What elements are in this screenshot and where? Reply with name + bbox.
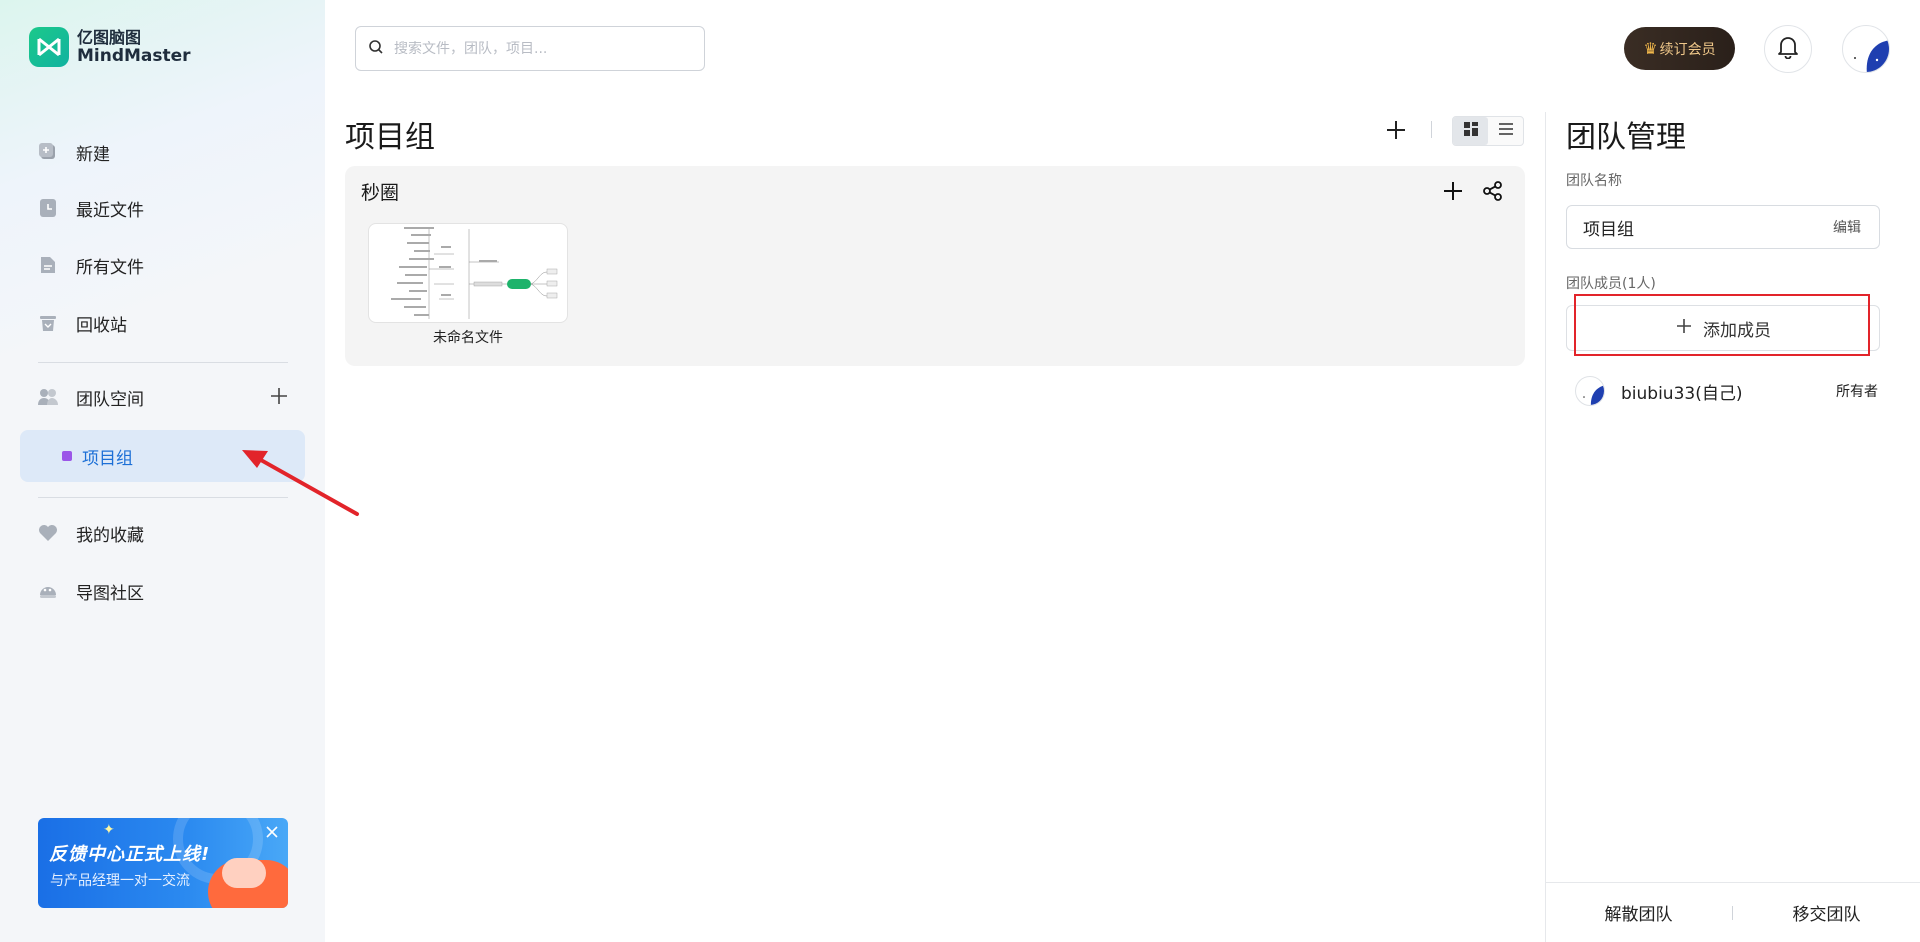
sidebar-item-label: 我的收藏 [76,525,144,546]
logo-text-cn: 亿图脑图 [77,28,142,47]
new-file-icon [37,141,59,163]
view-toggle [1452,116,1524,146]
grid-view-button[interactable] [1453,117,1488,145]
file-thumbnail[interactable] [368,223,568,323]
folder-panel: 秒圈 未命名文件 [345,166,1525,366]
add-folder-icon[interactable] [1384,118,1408,142]
add-file-icon[interactable] [1441,179,1465,203]
team-name-label: 团队名称 [1566,173,1622,189]
logo-text-en: MindMaster [77,46,191,66]
sidebar-divider [38,497,288,498]
close-icon[interactable] [264,824,280,840]
renew-vip-button[interactable]: ♛ 续订会员 [1624,27,1735,70]
trash-icon [37,312,59,334]
folder-title: 秒圈 [361,182,400,204]
sidebar-item-label: 回收站 [76,315,127,336]
dissolve-team-button[interactable]: 解散团队 [1545,900,1732,925]
community-icon [37,580,59,602]
share-icon[interactable] [1481,179,1505,203]
toolbar-divider [1431,121,1432,138]
list-view-button[interactable] [1488,117,1523,145]
team-name-field: 项目组 编辑 [1566,205,1880,249]
sidebar-item-label: 所有文件 [76,257,144,278]
user-avatar[interactable] [1842,25,1890,73]
sidebar-item-label: 新建 [76,144,110,165]
team-panel-title: 团队管理 [1566,120,1686,155]
member-name: biubiu33(自己) [1621,383,1743,404]
search-box[interactable] [355,26,705,71]
member-row: biubiu33(自己) 所有者 [1575,376,1880,406]
mindmap-preview [391,227,558,319]
sidebar-item-label: 团队空间 [76,389,144,410]
banner-subtitle: 与产品经理一对一交流 [50,873,190,889]
edit-team-name-button[interactable]: 编辑 [1833,217,1861,237]
page-title: 项目组 [345,120,435,155]
sidebar-sub-item-label: 项目组 [82,448,133,469]
mindmaster-logo-icon [29,27,69,67]
heart-icon [37,522,59,544]
team-members-label: 团队成员(1人) [1566,276,1656,292]
sidebar-item-favorites[interactable]: 我的收藏 [20,508,305,558]
all-files-icon [37,254,59,276]
sidebar-item-recent[interactable]: 最近文件 [20,183,305,233]
grid-view-icon [1463,121,1479,141]
member-avatar [1575,376,1605,406]
notification-button[interactable] [1764,25,1812,73]
list-view-icon [1497,121,1515,141]
add-member-button[interactable]: 添加成员 [1566,305,1880,351]
feedback-banner[interactable]: ✦ 反馈中心正式上线! 与产品经理一对一交流 [38,818,288,908]
sidebar-item-trash[interactable]: 回收站 [20,298,305,348]
sidebar-item-label: 导图社区 [76,583,144,604]
transfer-team-button[interactable]: 移交团队 [1733,900,1920,925]
banner-title: 反馈中心正式上线! [49,844,211,865]
sidebar: 亿图脑图 MindMaster 新建 最近文件 所有文件 回收站 团队空间 项目… [0,0,325,942]
app-logo[interactable]: 亿图脑图 MindMaster [29,27,191,67]
member-role: 所有者 [1836,384,1878,400]
file-name[interactable]: 未命名文件 [368,327,568,347]
sidebar-divider [38,362,288,363]
sparkle-icon: ✦ [103,822,115,838]
sidebar-item-label: 最近文件 [76,200,144,221]
renew-vip-label: 续订会员 [1659,41,1716,58]
sidebar-item-new[interactable]: 新建 [20,127,305,177]
sidebar-item-community[interactable]: 导图社区 [20,566,305,616]
sidebar-item-team-project-group[interactable]: 项目组 [20,430,305,482]
recent-clock-icon [37,197,59,219]
add-member-label: 添加成员 [1703,320,1771,341]
team-name-value: 项目组 [1583,219,1634,240]
search-icon [368,39,384,59]
team-color-dot [62,451,72,461]
team-icon [37,386,59,408]
bell-icon [1777,35,1799,63]
team-panel-footer: 解散团队 移交团队 [1545,882,1920,942]
sidebar-item-all-files[interactable]: 所有文件 [20,240,305,290]
sidebar-item-team-space[interactable]: 团队空间 [20,372,305,422]
add-team-icon[interactable] [268,385,290,407]
crown-icon: ♛ [1643,39,1658,58]
search-input[interactable] [394,40,684,57]
plus-icon [1675,317,1693,340]
banner-decoration [222,858,266,888]
